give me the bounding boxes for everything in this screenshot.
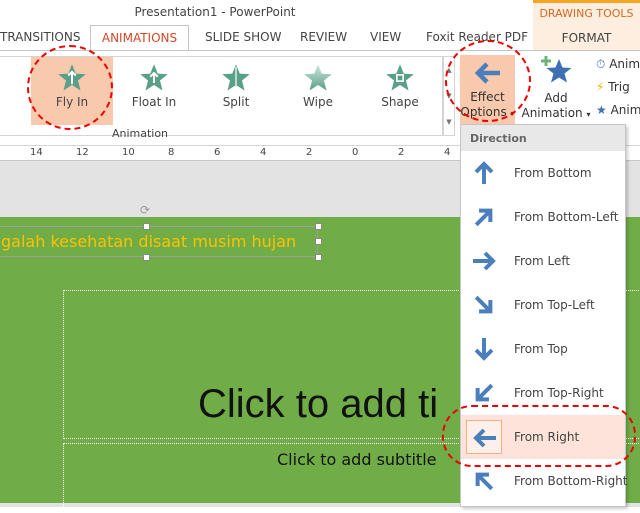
ruler-tick-label: 4 — [444, 147, 451, 158]
selected-textbox[interactable]: galah kesehatan disaat musim hujan — [0, 226, 318, 257]
direction-item[interactable]: From Bottom — [461, 151, 625, 195]
gallery-split[interactable]: Split — [195, 57, 277, 125]
gallery-float-in[interactable]: Float In — [113, 57, 195, 125]
drawing-tools-label: DRAWING TOOLS — [539, 7, 634, 20]
ruler-tick-label: 14 — [30, 147, 43, 158]
resize-handle[interactable] — [143, 223, 150, 230]
tab-animations[interactable]: ANIMATIONS — [90, 25, 189, 51]
direction-item[interactable]: From Left — [461, 239, 625, 283]
ruler-tick-label: 12 — [76, 147, 89, 158]
side-label: Anim — [609, 57, 640, 71]
gallery-label: Float In — [131, 95, 177, 109]
direction-item[interactable]: From Top-Left — [461, 283, 625, 327]
annotation-circle — [27, 45, 113, 130]
animation-pane-button[interactable]: ⏱ Anim — [596, 57, 640, 72]
add-animation-button[interactable]: Add Animation ▾ — [520, 55, 592, 122]
ruler-tick-label: 0 — [352, 147, 359, 158]
add-animation-label: Add — [544, 91, 568, 105]
window-title: Presentation1 - PowerPoint — [134, 5, 296, 19]
trigger-button[interactable]: ⚡ Trig — [596, 80, 630, 94]
arrow-down-right-icon — [474, 295, 493, 314]
lightning-icon: ⚡ — [596, 80, 605, 94]
gallery-shape[interactable]: Shape — [359, 57, 441, 125]
star-icon — [304, 64, 332, 91]
ruler-tick-label: 8 — [168, 147, 175, 158]
ruler-tick-label: 4 — [260, 147, 267, 158]
arrow-up-left-icon — [475, 472, 494, 491]
resize-handle[interactable] — [315, 254, 322, 261]
tab-review[interactable]: REVIEW — [300, 30, 347, 44]
title-placeholder-text: Click to add ti — [198, 382, 439, 426]
annotation-circle — [445, 40, 531, 122]
icon-frame — [466, 200, 502, 234]
ruler-tick-label: 2 — [306, 147, 313, 158]
direction-label: From Bottom — [514, 166, 592, 180]
tab-slide-show[interactable]: SLIDE SHOW — [205, 30, 281, 44]
arrow-up-right-icon — [474, 208, 493, 227]
tab-format[interactable]: FORMAT — [533, 31, 640, 45]
annotation-circle — [442, 405, 636, 467]
direction-item[interactable]: From Top — [461, 327, 625, 371]
icon-frame — [466, 288, 502, 322]
resize-handle[interactable] — [315, 223, 322, 230]
side-label: Trig — [608, 80, 630, 94]
direction-item[interactable]: From Bottom-Left — [461, 195, 625, 239]
ruler-tick-label: 6 — [214, 147, 221, 158]
ruler-tick-label: 2 — [398, 147, 405, 158]
direction-label: From Top — [514, 342, 568, 356]
direction-label: From Left — [514, 254, 571, 268]
star-icon — [386, 64, 414, 91]
icon-frame — [466, 464, 502, 498]
star-icon — [140, 64, 168, 91]
rotate-handle-icon[interactable]: ⟳ — [140, 203, 150, 217]
drawing-tools-context: DRAWING TOOLS FORMAT — [533, 0, 640, 50]
icon-frame — [466, 244, 502, 278]
tab-transitions[interactable]: TRANSITIONS — [0, 30, 80, 44]
arrow-down-icon — [474, 338, 494, 361]
direction-label: From Bottom-Right — [514, 474, 628, 488]
direction-label: From Bottom-Left — [514, 210, 619, 224]
resize-handle[interactable] — [315, 238, 322, 245]
subtitle-placeholder-text: Click to add subtitle — [277, 450, 437, 469]
animation-painter-button[interactable]: ★ Anim — [596, 103, 640, 117]
gallery-label: Wipe — [303, 95, 333, 109]
tab-view[interactable]: VIEW — [370, 30, 401, 44]
stopwatch-icon: ⏱ — [596, 57, 606, 71]
direction-label: From Top-Left — [514, 298, 595, 312]
icon-frame — [466, 332, 502, 366]
direction-label: From Top-Right — [514, 386, 604, 400]
side-label: Anim — [610, 103, 640, 117]
menu-header: Direction — [461, 125, 625, 151]
add-star-icon — [541, 56, 572, 83]
gallery-label: Shape — [381, 95, 419, 109]
ruler-tick-label: 10 — [122, 147, 135, 158]
chevron-down-icon: ▾ — [586, 110, 591, 119]
arrow-up-icon — [474, 161, 494, 184]
painter-star-icon: ★ — [596, 103, 607, 117]
star-icon — [222, 64, 250, 91]
arrow-right-icon — [473, 251, 496, 271]
resize-handle[interactable] — [143, 254, 150, 261]
arrow-down-left-icon — [475, 383, 494, 402]
gallery-label: Split — [222, 95, 250, 109]
add-animation-label: Animation — [521, 106, 583, 120]
gallery-wipe[interactable]: Wipe — [277, 57, 359, 125]
group-label-animation: Animation — [111, 127, 169, 140]
icon-frame — [466, 156, 502, 190]
